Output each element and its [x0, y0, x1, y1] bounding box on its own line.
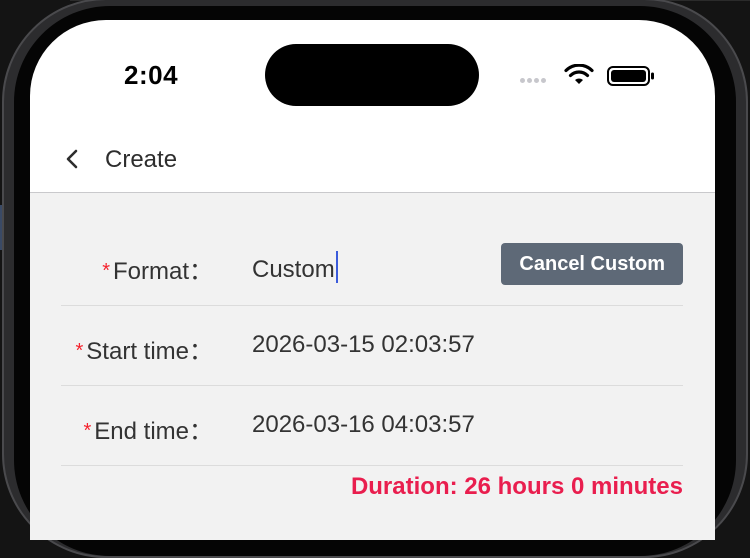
start-time-row: * Start time： 2026-03-15 02:03:57 [61, 305, 683, 386]
start-time-field[interactable]: 2026-03-15 02:03:57 [252, 331, 475, 359]
duration-text: Duration: 26 hours 0 minutes [350, 473, 683, 500]
start-time-label-text: Start time： [86, 338, 213, 365]
required-mark: * [83, 420, 92, 442]
format-label: * Format： [102, 251, 213, 286]
end-time-label-text: End time： [94, 418, 213, 445]
end-time-row: * End time： 2026-03-16 04:03:57 [61, 385, 683, 466]
required-mark: * [102, 260, 110, 282]
dynamic-island [265, 44, 479, 106]
end-time-field[interactable]: 2026-03-16 04:03:57 [252, 411, 475, 439]
format-value: Custom [252, 256, 335, 283]
form-container: * Format： Custom Cancel Custom * Start tim… [30, 193, 715, 540]
required-mark: * [75, 340, 84, 362]
format-label-text: Format： [112, 258, 213, 285]
cancel-custom-button[interactable]: Cancel Custom [501, 243, 683, 285]
wifi-icon [564, 64, 594, 84]
chevron-left-icon[interactable] [62, 148, 84, 170]
status-time: 2:04 [124, 60, 179, 90]
end-time-label: * End time： [83, 411, 213, 446]
phone-screen: 2:04 Create * Format： Custom Cancel Custo… [30, 20, 715, 540]
page-title: Create [105, 146, 178, 173]
format-row: * Format： Custom Cancel Custom [61, 225, 683, 306]
cellular-signal-icon [520, 78, 548, 96]
text-cursor [335, 251, 338, 283]
start-time-label: * Start time： [76, 331, 214, 366]
nav-bar: Create [30, 120, 715, 193]
format-input[interactable]: Custom [252, 251, 338, 284]
battery-icon [607, 66, 654, 86]
